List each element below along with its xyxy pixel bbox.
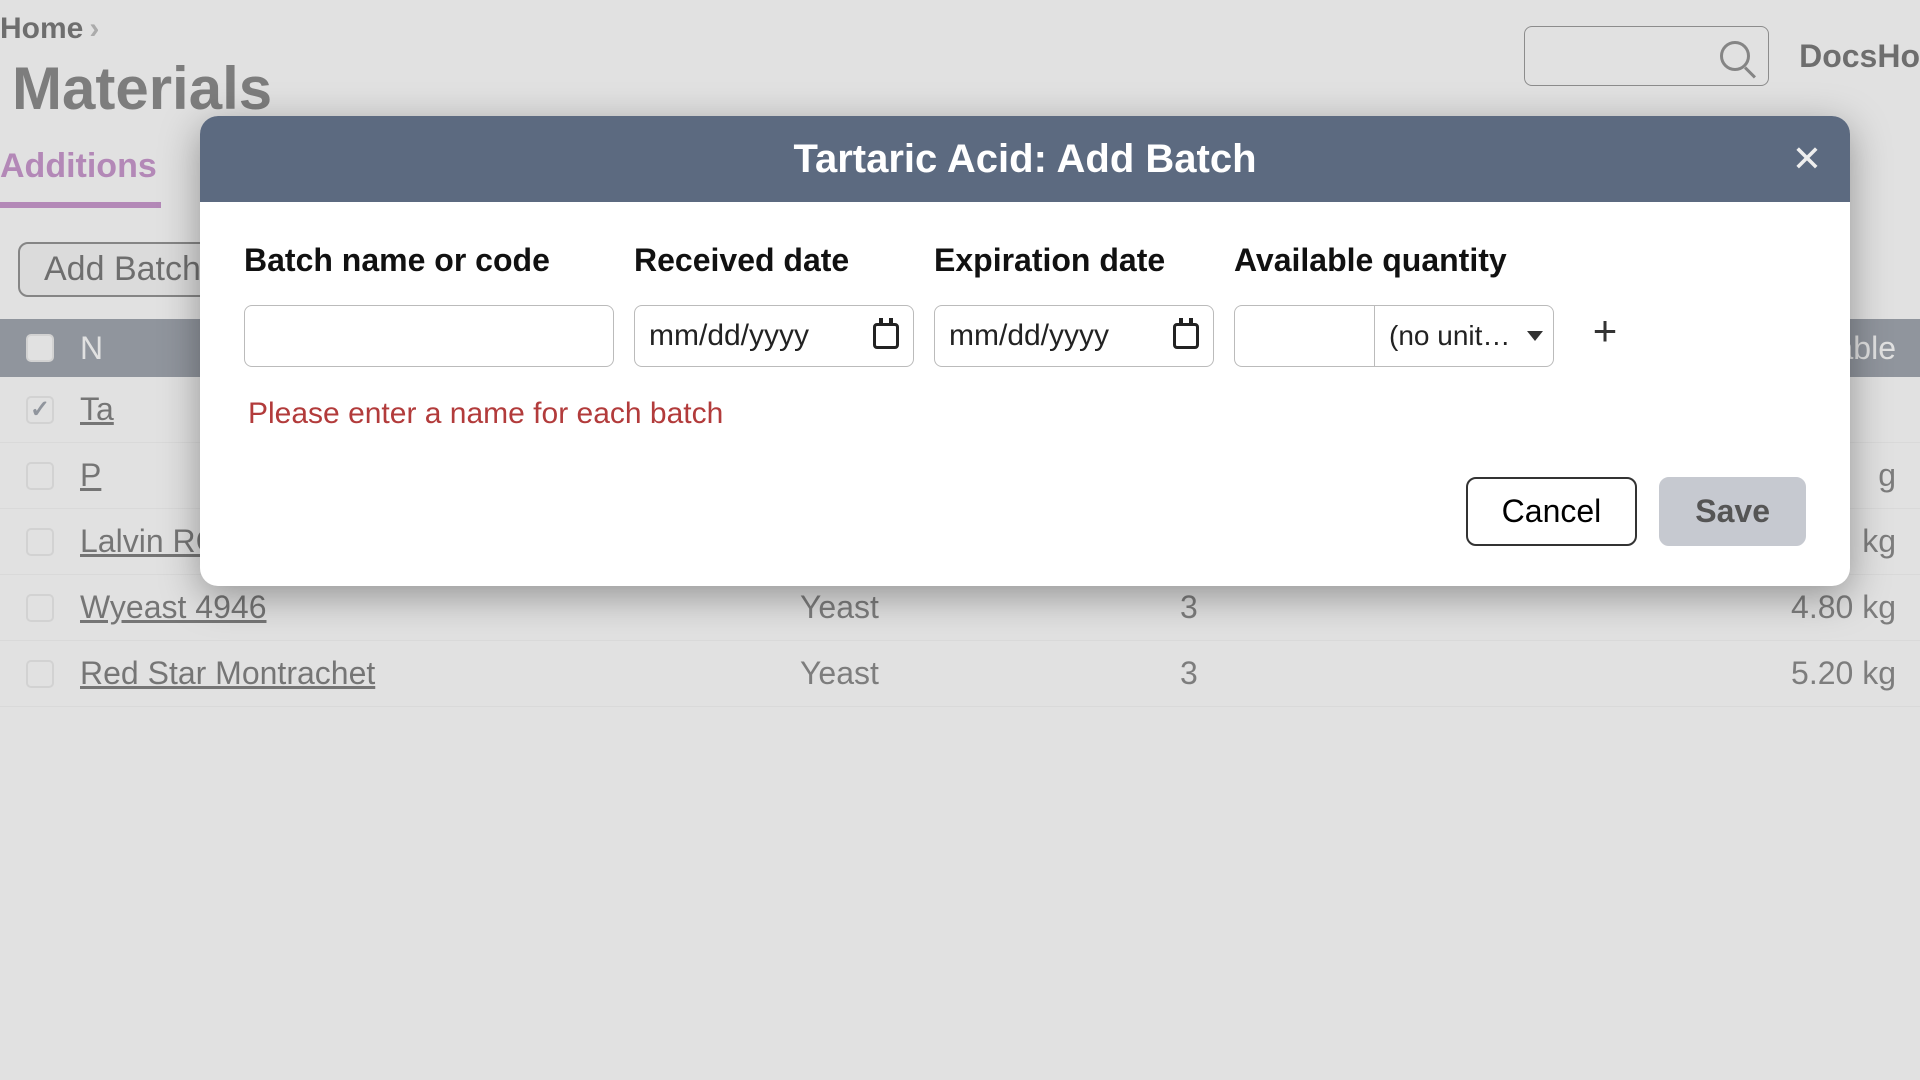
modal-header: Tartaric Acid: Add Batch ✕ bbox=[200, 116, 1850, 202]
received-date-placeholder: mm/dd/yyyy bbox=[649, 319, 809, 353]
unit-select[interactable]: (no unit… bbox=[1374, 305, 1554, 367]
label-received-date: Received date bbox=[634, 242, 914, 279]
expiration-date-input[interactable]: mm/dd/yyyy bbox=[934, 305, 1214, 367]
received-date-input[interactable]: mm/dd/yyyy bbox=[634, 305, 914, 367]
chevron-down-icon bbox=[1527, 331, 1543, 341]
quantity-input[interactable] bbox=[1234, 305, 1374, 367]
close-icon[interactable]: ✕ bbox=[1792, 138, 1822, 180]
calendar-icon bbox=[873, 323, 899, 349]
label-batch-name: Batch name or code bbox=[244, 242, 614, 279]
label-expiration-date: Expiration date bbox=[934, 242, 1214, 279]
expiration-date-placeholder: mm/dd/yyyy bbox=[949, 319, 1109, 353]
modal-title: Tartaric Acid: Add Batch bbox=[793, 137, 1256, 182]
validation-error: Please enter a name for each batch bbox=[248, 397, 1806, 431]
batch-name-input[interactable] bbox=[244, 305, 614, 367]
calendar-icon bbox=[1173, 323, 1199, 349]
add-batch-modal: Tartaric Acid: Add Batch ✕ Batch name or… bbox=[200, 116, 1850, 586]
cancel-button[interactable]: Cancel bbox=[1466, 477, 1638, 546]
save-button[interactable]: Save bbox=[1659, 477, 1806, 546]
add-row-button[interactable]: + bbox=[1574, 300, 1636, 362]
label-available-quantity: Available quantity bbox=[1234, 242, 1554, 279]
unit-select-value: (no unit… bbox=[1389, 320, 1510, 352]
